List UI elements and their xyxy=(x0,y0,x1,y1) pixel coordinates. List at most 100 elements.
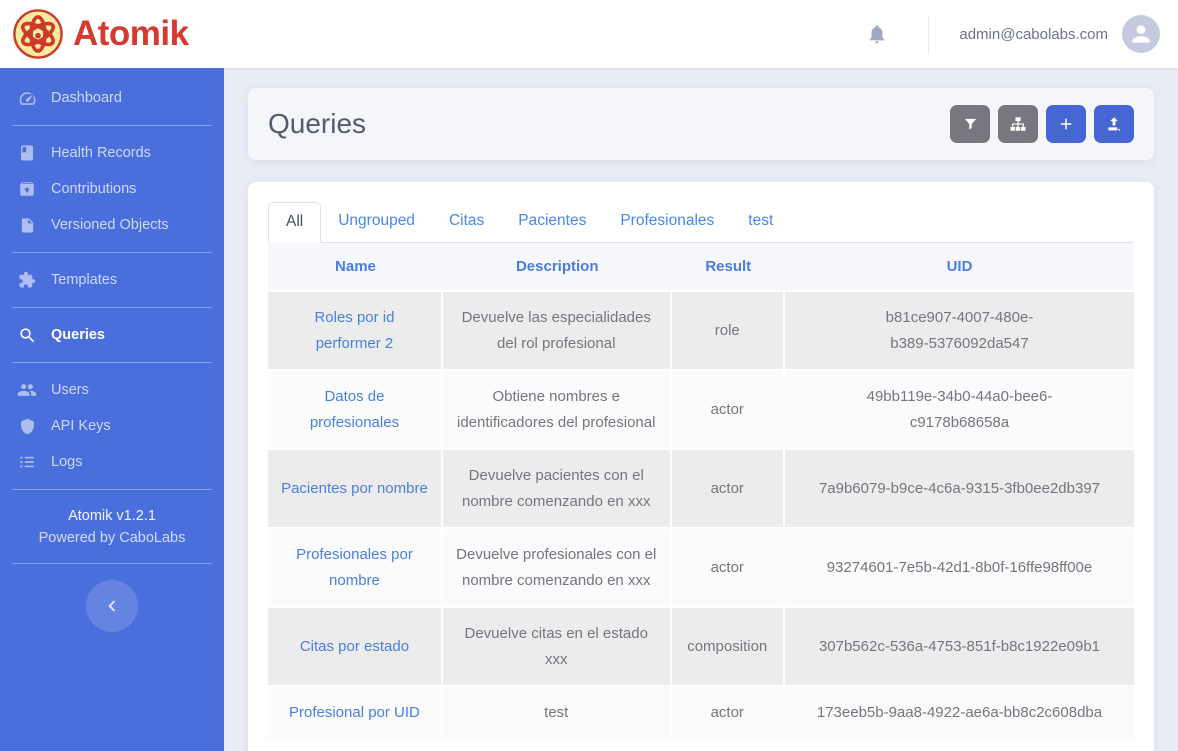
user-avatar-icon xyxy=(1128,21,1154,47)
column-header-result: Result xyxy=(672,243,785,292)
page-title: Queries xyxy=(268,108,366,140)
page-header-card: Queries xyxy=(248,88,1154,160)
sidebar-divider xyxy=(12,125,212,126)
sidebar-item-label: Templates xyxy=(51,272,117,288)
sidebar-item-label: Versioned Objects xyxy=(51,217,169,233)
sidebar-item-users[interactable]: Users xyxy=(0,372,224,408)
shield-icon xyxy=(15,418,39,435)
user-avatar[interactable] xyxy=(1122,15,1160,53)
query-link[interactable]: Roles por id performer 2 xyxy=(314,309,394,352)
query-link[interactable]: Datos de profesionales xyxy=(310,388,399,431)
query-description: Devuelve pacientes con el nombre comenza… xyxy=(443,450,672,529)
sidebar-item-logs[interactable]: Logs xyxy=(0,444,224,480)
user-email: admin@cabolabs.com xyxy=(959,26,1108,43)
group-tabs: All Ungrouped Citas Pacientes Profesiona… xyxy=(268,202,1134,243)
archive-icon xyxy=(15,180,39,198)
query-description: test xyxy=(443,687,672,741)
chevron-left-icon xyxy=(101,595,123,617)
query-description: Obtiene nombres e identificadores del pr… xyxy=(443,371,672,450)
sidebar-collapse-button[interactable] xyxy=(86,580,138,632)
sidebar-footer: Atomik v1.2.1 Powered by CaboLabs xyxy=(0,499,224,554)
query-description: Devuelve citas en el estado xxx xyxy=(443,608,672,687)
table-header-row: Name Description Result UID xyxy=(268,243,1134,292)
query-result: actor xyxy=(672,450,785,529)
sidebar-item-dashboard[interactable]: Dashboard xyxy=(0,80,224,116)
sidebar-item-label: Health Records xyxy=(51,145,151,161)
puzzle-icon xyxy=(15,271,39,289)
brand-name: Atomik xyxy=(73,14,189,54)
table-row: Profesionales por nombre Devuelve profes… xyxy=(268,529,1134,608)
app-version: Atomik v1.2.1 xyxy=(0,505,224,527)
sidebar-item-contributions[interactable]: Contributions xyxy=(0,171,224,207)
sidebar-item-templates[interactable]: Templates xyxy=(0,262,224,298)
tab-pacientes[interactable]: Pacientes xyxy=(501,202,603,243)
sidebar-divider xyxy=(12,362,212,363)
search-icon xyxy=(15,326,39,345)
tab-citas[interactable]: Citas xyxy=(432,202,501,243)
query-uid: 173eeb5b-9aa8-4922-ae6a-bb8c2c608dba xyxy=(785,687,1134,741)
users-icon xyxy=(15,380,39,400)
table-row: Roles por id performer 2 Devuelve las es… xyxy=(268,292,1134,371)
import-button[interactable] xyxy=(1094,105,1134,143)
sidebar-divider xyxy=(12,489,212,490)
sidebar-item-label: Users xyxy=(51,382,89,398)
upload-icon xyxy=(1105,115,1123,133)
query-uid: 93274601-7e5b-42d1-8b0f-16ffe98ff00e xyxy=(785,529,1134,608)
query-uid: 49bb119e-34b0-44a0-bee6- c9178b68658a xyxy=(785,371,1134,450)
sidebar-item-label: Dashboard xyxy=(51,90,122,106)
file-icon xyxy=(15,217,39,234)
query-link[interactable]: Profesional por UID xyxy=(289,704,420,721)
query-link[interactable]: Citas por estado xyxy=(300,638,409,655)
notifications-button[interactable] xyxy=(866,23,888,45)
page-actions xyxy=(950,105,1134,143)
query-result: actor xyxy=(672,529,785,608)
sidebar-item-label: Logs xyxy=(51,454,82,470)
tab-test[interactable]: test xyxy=(731,202,790,243)
query-description: Devuelve las especialidades del rol prof… xyxy=(443,292,672,371)
atomik-atom-icon xyxy=(12,8,64,60)
topbar-divider xyxy=(928,15,929,53)
sidebar-item-api-keys[interactable]: API Keys xyxy=(0,408,224,444)
powered-by: Powered by CaboLabs xyxy=(0,527,224,549)
groups-button[interactable] xyxy=(998,105,1038,143)
table-row: Pacientes por nombre Devuelve pacientes … xyxy=(268,450,1134,529)
sidebar-divider xyxy=(12,563,212,564)
query-result: actor xyxy=(672,371,785,450)
query-uid: b81ce907-4007-480e- b389-5376092da547 xyxy=(785,292,1134,371)
tab-ungrouped[interactable]: Ungrouped xyxy=(321,202,432,243)
sidebar-item-versioned-objects[interactable]: Versioned Objects xyxy=(0,207,224,243)
sitemap-icon xyxy=(1009,115,1027,133)
filter-button[interactable] xyxy=(950,105,990,143)
sidebar: Dashboard Health Records Contributions V… xyxy=(0,68,224,751)
sidebar-item-health-records[interactable]: Health Records xyxy=(0,135,224,171)
filter-icon xyxy=(962,116,979,133)
tab-all[interactable]: All xyxy=(268,202,321,243)
list-icon xyxy=(15,453,39,471)
queries-card: All Ungrouped Citas Pacientes Profesiona… xyxy=(248,182,1154,751)
add-query-button[interactable] xyxy=(1046,105,1086,143)
table-row: Datos de profesionales Obtiene nombres e… xyxy=(268,371,1134,450)
sidebar-divider xyxy=(12,307,212,308)
column-header-uid: UID xyxy=(785,243,1134,292)
query-link[interactable]: Pacientes por nombre xyxy=(281,480,428,497)
main-content: Queries xyxy=(224,68,1178,751)
column-header-name: Name xyxy=(268,243,443,292)
dashboard-gauge-icon xyxy=(15,89,39,108)
query-link[interactable]: Profesionales por nombre xyxy=(296,546,413,589)
query-uid: 307b562c-536a-4753-851f-b8c1922e09b1 xyxy=(785,608,1134,687)
sidebar-item-queries[interactable]: Queries xyxy=(0,317,224,353)
bell-icon xyxy=(866,23,888,45)
tab-profesionales[interactable]: Profesionales xyxy=(603,202,731,243)
sidebar-divider xyxy=(12,252,212,253)
queries-table: Name Description Result UID Roles por id… xyxy=(268,243,1134,741)
table-row: Citas por estado Devuelve citas en el es… xyxy=(268,608,1134,687)
column-header-description: Description xyxy=(443,243,672,292)
query-uid: 7a9b6079-b9ce-4c6a-9315-3fb0ee2db397 xyxy=(785,450,1134,529)
brand-logo[interactable]: Atomik xyxy=(12,8,189,60)
topbar: Atomik admin@cabolabs.com xyxy=(0,0,1178,68)
sidebar-item-label: API Keys xyxy=(51,418,111,434)
sidebar-item-label: Queries xyxy=(51,327,105,343)
sidebar-item-label: Contributions xyxy=(51,181,136,197)
plus-icon xyxy=(1057,115,1075,133)
query-result: actor xyxy=(672,687,785,741)
